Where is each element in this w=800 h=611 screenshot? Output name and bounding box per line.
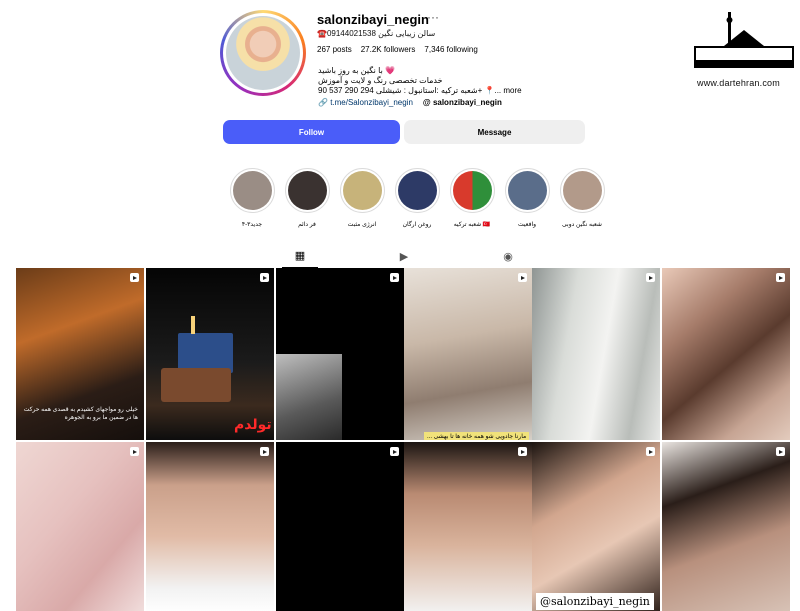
more-options-icon[interactable]: ··· — [427, 10, 439, 24]
highlight-label: روغن ارگان — [402, 222, 432, 228]
profile-username: salonzibayi_negin — [317, 12, 429, 27]
reel-icon — [130, 273, 139, 282]
highlight-item[interactable]: شعبه ترکیه 🇹🇷 — [448, 168, 496, 228]
telegram-link-label[interactable]: t.me/Salonzibayi_negin — [330, 98, 413, 107]
tagged-icon: ◉ — [503, 250, 513, 263]
reel-icon — [390, 273, 399, 282]
highlight-item[interactable]: ۴-۳جدید — [228, 168, 276, 228]
post-tile[interactable]: @salonzibayi_negin — [532, 442, 660, 611]
profile-stats: 267 posts 27.2K followers 7,346 followin… — [317, 45, 478, 54]
message-button[interactable]: Message — [404, 120, 585, 144]
post-tile[interactable]: مارنا جادویی شو همه خانه ها تا بهشی ... — [404, 268, 532, 440]
post-tile[interactable]: تولدم — [146, 268, 274, 440]
profile-links: 🔗 t.me/Salonzibayi_negin @ salonzibayi_n… — [318, 98, 502, 107]
highlight-cover — [342, 171, 382, 210]
highlight-cover — [452, 171, 492, 210]
bw-portrait-shape — [276, 354, 342, 440]
post-handle-watermark: @salonzibayi_negin — [536, 593, 654, 610]
post-tile[interactable]: خیلی رو مواجهای کشیدم به قصدی همه حرکت ه… — [16, 268, 144, 440]
highlight-label: انرژی مثبت — [347, 222, 377, 228]
post-tile[interactable] — [662, 268, 790, 440]
threads-link-label[interactable]: salonzibayi_negin — [433, 98, 502, 107]
candle-shape — [191, 316, 195, 334]
following-count[interactable]: 7,346 following — [424, 45, 477, 54]
watermark-url: www.dartehran.com — [697, 78, 780, 88]
post-tile[interactable] — [662, 442, 790, 611]
highlight-item[interactable]: وافعیت — [503, 168, 551, 228]
post-tile[interactable] — [276, 442, 404, 611]
tab-posts[interactable]: ▦ — [282, 244, 318, 268]
reel-icon — [646, 447, 655, 456]
reel-icon — [646, 273, 655, 282]
post-caption: مارنا جادویی شو همه خانه ها تا بهشی ... — [424, 432, 530, 440]
highlight-cover — [287, 171, 327, 210]
highlight-label: ۴-۳جدید — [241, 222, 263, 228]
post-tile[interactable] — [146, 442, 274, 611]
post-caption: خیلی رو مواجهای کشیدم به قصدی همه حرکت ه… — [23, 407, 138, 421]
post-tile[interactable] — [276, 268, 404, 440]
highlight-label: شعبه ترکیه 🇹🇷 — [453, 222, 491, 228]
highlight-item[interactable]: فر دائم — [283, 168, 331, 228]
profile-tabs: ▦ ▶ ◉ — [220, 244, 580, 268]
post-tile[interactable] — [532, 268, 660, 440]
threads-link[interactable]: @ salonzibayi_negin — [423, 98, 502, 107]
reel-icon — [518, 273, 527, 282]
avatar-photo — [226, 16, 300, 90]
profile-name-phone: ☎️09144021538 سالن زیبایی نگین — [317, 29, 436, 38]
reel-icon — [260, 447, 269, 456]
highlight-label: وافعیت — [517, 222, 537, 228]
follow-button[interactable]: Follow — [223, 120, 400, 144]
highlight-cover — [397, 171, 437, 210]
bio-line: 💗 با نگین به روز باشید — [318, 66, 395, 75]
profile-bio: 💗 با نگین به روز باشید خدمات تخصصی رنگ و… — [318, 66, 522, 96]
posts-grid: خیلی رو مواجهای کشیدم به قصدی همه حرکت ه… — [16, 268, 792, 611]
tab-tagged[interactable]: ◉ — [490, 244, 526, 268]
reel-icon — [390, 447, 399, 456]
reel-icon — [776, 273, 785, 282]
profile-avatar[interactable] — [220, 10, 306, 96]
telegram-link[interactable]: 🔗 t.me/Salonzibayi_negin — [318, 98, 413, 107]
highlight-cover — [232, 171, 272, 210]
reel-icon — [776, 447, 785, 456]
highlight-item[interactable]: شعبه نگین دوبی — [558, 168, 606, 228]
tab-reels[interactable]: ▶ — [386, 244, 422, 268]
bio-line[interactable]: شعبه ترکیه :استانبول : شیشلی 294 290 537… — [318, 86, 522, 96]
reel-icon — [260, 273, 269, 282]
posts-count: 267 posts — [317, 45, 352, 54]
reel-icon — [130, 447, 139, 456]
post-tile[interactable] — [404, 442, 532, 611]
reels-icon: ▶ — [399, 250, 409, 263]
story-highlights: ۴-۳جدید فر دائم انرژی مثبت روغن ارگان شع… — [228, 168, 606, 228]
grid-icon: ▦ — [294, 250, 306, 262]
post-tile[interactable] — [16, 442, 144, 611]
highlight-item[interactable]: روغن ارگان — [393, 168, 441, 228]
birthday-text: تولدم — [234, 416, 272, 432]
highlight-label: شعبه نگین دوبی — [562, 222, 602, 228]
followers-count[interactable]: 27.2K followers — [361, 45, 416, 54]
bio-line: خدمات تخصصی رنگ و لایت و آموزش — [318, 76, 443, 85]
highlight-item[interactable]: انرژی مثبت — [338, 168, 386, 228]
highlight-cover — [562, 171, 602, 210]
screen-shape — [178, 333, 233, 373]
highlight-label: فر دائم — [298, 222, 316, 228]
highlight-cover — [507, 171, 547, 210]
reel-icon — [518, 447, 527, 456]
cake-shape — [161, 368, 231, 402]
